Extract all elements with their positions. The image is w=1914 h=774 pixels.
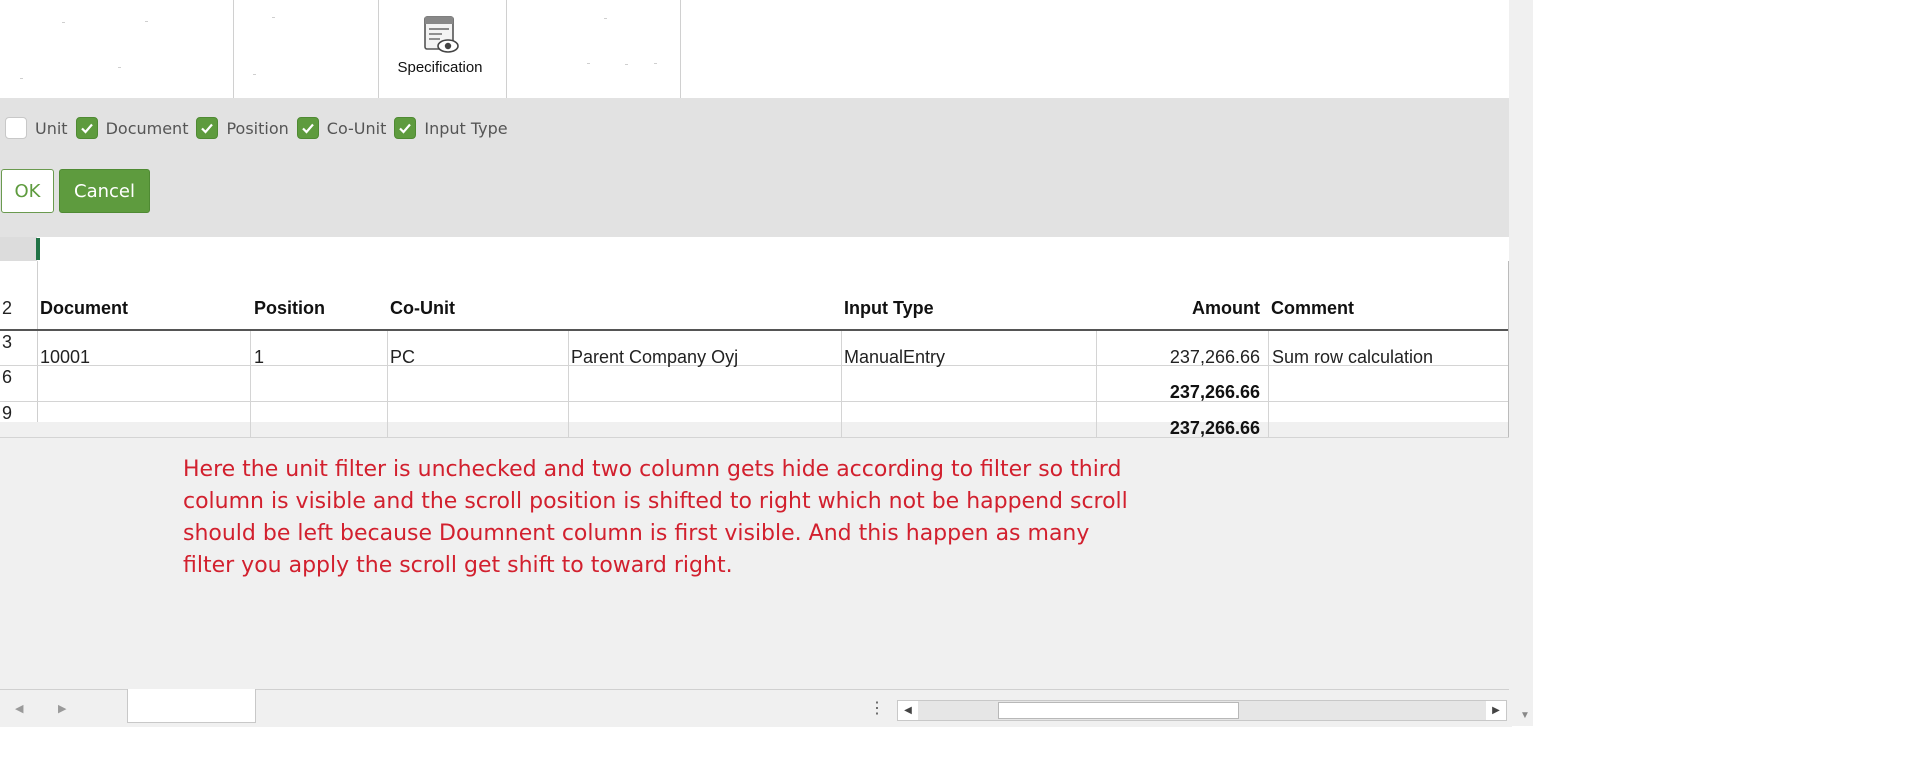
row-number[interactable]: 6 bbox=[0, 367, 37, 388]
column-divider bbox=[250, 331, 251, 437]
faded-ribbon-mark bbox=[62, 22, 65, 23]
filter-co-unit[interactable]: Co-Unit bbox=[296, 117, 387, 139]
ribbon-divider bbox=[233, 0, 234, 98]
co-unit-checkbox[interactable] bbox=[296, 117, 319, 139]
spreadsheet-grid: 2 3 6 9 Document Position Co-Unit Input … bbox=[0, 237, 1512, 689]
faded-ribbon-mark bbox=[654, 63, 657, 64]
horizontal-scrollbar[interactable]: ◀ ▶ bbox=[897, 700, 1507, 721]
filter-label: Document bbox=[105, 118, 189, 138]
table-cell[interactable]: 237,266.66 bbox=[1100, 347, 1260, 368]
column-divider bbox=[387, 331, 388, 437]
more-options-icon[interactable]: ⋮ bbox=[869, 698, 885, 718]
faded-ribbon-mark bbox=[253, 74, 256, 75]
row-number[interactable]: 9 bbox=[0, 403, 37, 424]
note-line: filter you apply the scroll get shift to… bbox=[183, 553, 733, 578]
prev-sheet-icon[interactable]: ◀ bbox=[15, 702, 23, 715]
faded-ribbon-mark bbox=[20, 78, 23, 79]
row-header-divider bbox=[37, 261, 38, 422]
position-checkbox[interactable] bbox=[196, 117, 219, 139]
table-cell[interactable]: 1 bbox=[254, 347, 264, 368]
checkmark-icon bbox=[301, 123, 314, 134]
selection-marker bbox=[36, 238, 40, 260]
scrollbar-thumb[interactable] bbox=[998, 702, 1239, 719]
column-divider bbox=[1268, 331, 1269, 437]
filter-document[interactable]: Document bbox=[75, 117, 189, 139]
specification-label: Specification bbox=[397, 59, 483, 76]
ribbon-toolbar: Specification bbox=[0, 0, 1517, 98]
table-cell[interactable]: ManualEntry bbox=[844, 347, 945, 368]
header-input-type[interactable]: Input Type bbox=[844, 298, 934, 319]
table-cell[interactable]: Sum row calculation bbox=[1272, 347, 1433, 368]
specification-button[interactable]: Specification bbox=[378, 14, 502, 84]
checkmark-icon bbox=[80, 123, 93, 134]
header-position[interactable]: Position bbox=[254, 298, 325, 319]
unit-checkbox[interactable] bbox=[5, 117, 27, 139]
window-edge bbox=[1509, 0, 1533, 726]
header-document[interactable]: Document bbox=[40, 298, 128, 319]
faded-ribbon-mark bbox=[587, 63, 590, 64]
column-divider bbox=[568, 331, 569, 437]
column-divider bbox=[841, 331, 842, 437]
header-comment[interactable]: Comment bbox=[1271, 298, 1354, 319]
table-cell[interactable]: 237,266.66 bbox=[1100, 418, 1260, 439]
column-filter-row: Unit Document Position Co-Unit Input Typ… bbox=[5, 117, 516, 139]
header-co-unit[interactable]: Co-Unit bbox=[390, 298, 455, 319]
faded-ribbon-mark bbox=[604, 18, 607, 19]
chevron-down-icon[interactable]: ▼ bbox=[1520, 710, 1530, 721]
filter-label: Position bbox=[226, 118, 289, 138]
ribbon-divider bbox=[506, 0, 507, 98]
document-checkbox[interactable] bbox=[75, 117, 98, 139]
sheet-tab-bar: ◀ ▶ ⋮ ◀ ▶ bbox=[0, 689, 1512, 727]
scroll-right-icon[interactable]: ▶ bbox=[1486, 701, 1506, 720]
note-line: Here the unit filter is unchecked and tw… bbox=[183, 457, 1122, 482]
scroll-left-icon[interactable]: ◀ bbox=[898, 701, 918, 720]
sheet-cells: 2 3 6 9 Document Position Co-Unit Input … bbox=[0, 261, 1512, 438]
table-cell[interactable]: PC bbox=[390, 347, 415, 368]
header-amount[interactable]: Amount bbox=[1100, 298, 1260, 319]
row-number[interactable]: 2 bbox=[0, 298, 37, 319]
table-cell[interactable]: 237,266.66 bbox=[1100, 382, 1260, 403]
ok-button[interactable]: OK bbox=[1, 169, 54, 213]
cancel-button[interactable]: Cancel bbox=[59, 169, 150, 213]
note-line: should be left because Doumnent column i… bbox=[183, 521, 1090, 546]
checkmark-icon bbox=[399, 123, 412, 134]
table-cell[interactable]: 10001 bbox=[40, 347, 90, 368]
select-all-corner[interactable] bbox=[0, 237, 37, 261]
faded-ribbon-mark bbox=[625, 64, 628, 65]
faded-ribbon-mark bbox=[145, 21, 148, 22]
column-divider bbox=[1096, 331, 1097, 437]
filter-panel: Unit Document Position Co-Unit Input Typ… bbox=[0, 98, 1517, 237]
row-divider bbox=[0, 437, 1509, 438]
filter-label: Input Type bbox=[424, 118, 508, 138]
filter-label: Co-Unit bbox=[326, 118, 387, 138]
note-line: column is visible and the scroll positio… bbox=[183, 489, 1128, 514]
header-underline bbox=[0, 329, 1509, 331]
filter-unit[interactable]: Unit bbox=[5, 117, 68, 139]
filter-label: Unit bbox=[35, 118, 68, 138]
document-view-icon bbox=[378, 14, 502, 56]
annotation-note: Here the unit filter is unchecked and tw… bbox=[183, 454, 1163, 582]
row-divider bbox=[0, 401, 1509, 402]
next-sheet-icon[interactable]: ▶ bbox=[58, 702, 66, 715]
app-window: Specification Unit Document Position Co-… bbox=[0, 0, 1517, 727]
sheet-tab[interactable] bbox=[127, 689, 256, 723]
filter-input-type[interactable]: Input Type bbox=[394, 117, 508, 139]
faded-ribbon-mark bbox=[272, 17, 275, 18]
input-type-checkbox[interactable] bbox=[394, 117, 417, 139]
table-cell[interactable]: Parent Company Oyj bbox=[571, 347, 738, 368]
column-header-strip bbox=[0, 237, 1512, 261]
filter-position[interactable]: Position bbox=[196, 117, 289, 139]
row-number[interactable]: 3 bbox=[0, 332, 37, 353]
ribbon-divider bbox=[680, 0, 681, 98]
checkmark-icon bbox=[201, 123, 214, 134]
faded-ribbon-mark bbox=[118, 67, 121, 68]
